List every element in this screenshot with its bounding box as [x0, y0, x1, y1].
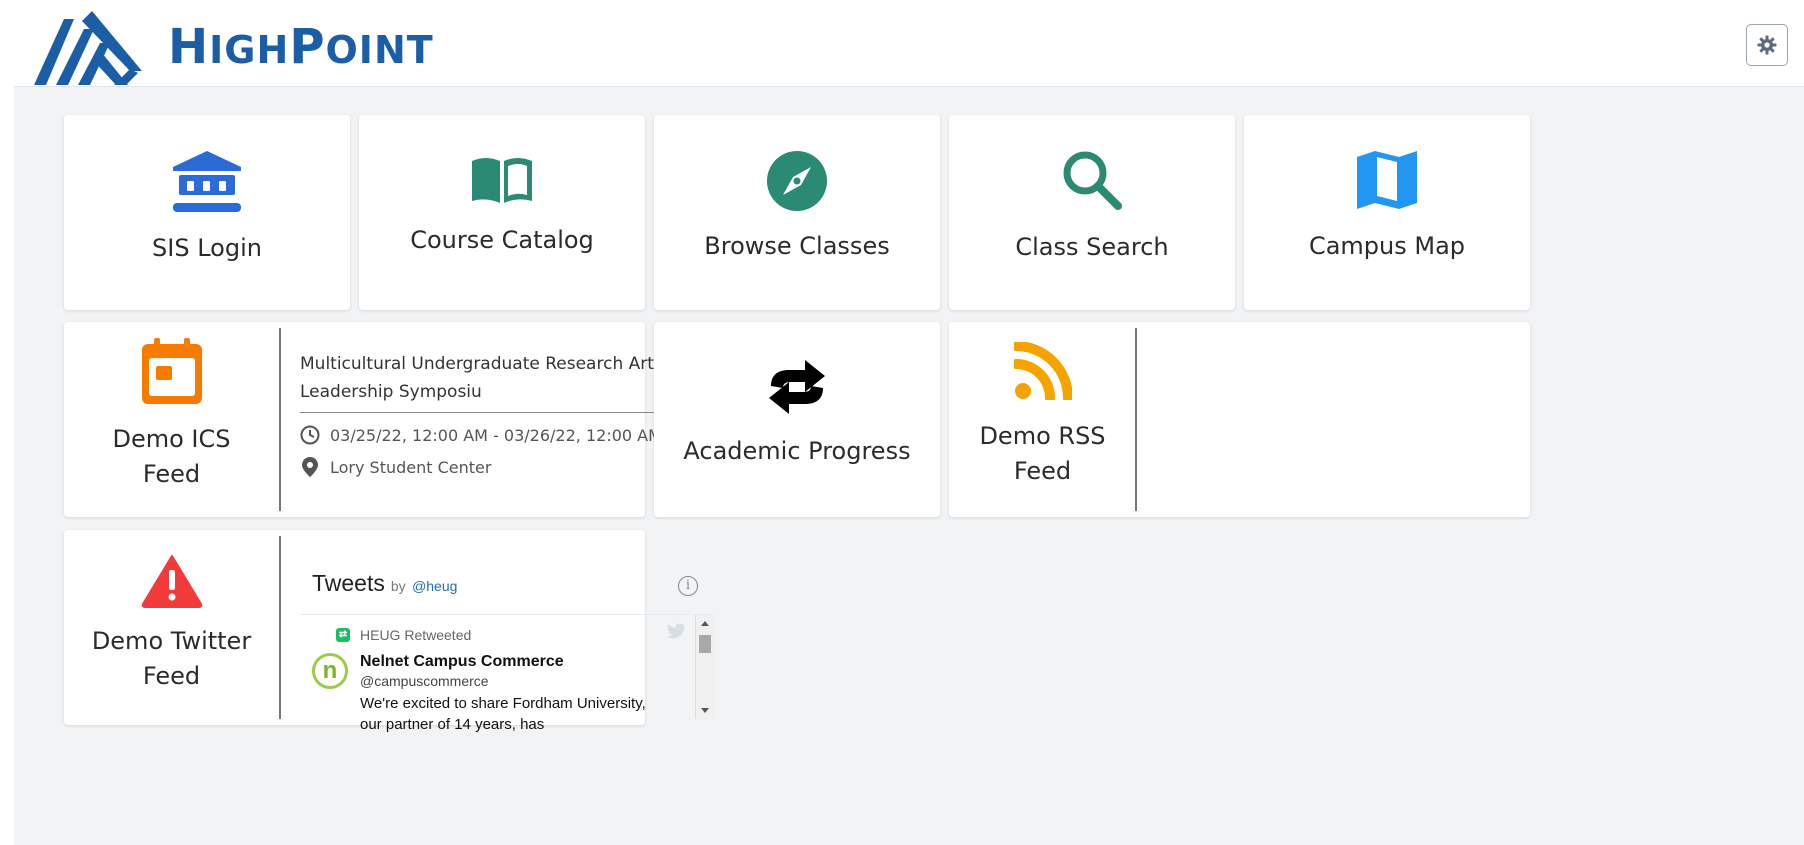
ics-feed-label-line1: Demo ICS — [112, 425, 231, 453]
twitter-feed-tile[interactable]: Demo Twitter Feed Tweets by @heug i ⇄ HEU… — [64, 530, 714, 733]
event-location: Lory Student Center — [330, 457, 492, 477]
campus-map-tile[interactable]: Campus Map — [1244, 115, 1530, 310]
ics-feed-tile[interactable]: Demo ICS Feed Multicultural Undergraduat… — [64, 322, 712, 517]
twitter-widget[interactable]: Tweets by @heug i ⇄ HEUG Retweeted n Neln… — [300, 536, 714, 741]
browse-classes-tile[interactable]: Browse Classes — [654, 115, 940, 310]
rss-feed-tile[interactable]: Demo RSS Feed — [949, 322, 1530, 517]
rss-feed-label-line2: Feed — [1013, 457, 1072, 485]
clock-icon — [300, 425, 320, 445]
course-catalog-tile[interactable]: Course Catalog — [359, 115, 645, 310]
exchange-arrows-icon — [769, 360, 825, 414]
retweet-icon: ⇄ — [336, 628, 350, 642]
ics-feed-label-line2: Feed — [142, 460, 201, 488]
calendar-icon — [141, 338, 202, 404]
sis-login-label: SIS Login — [152, 234, 262, 262]
scroll-up-icon[interactable] — [701, 621, 709, 626]
twitter-feed-label-line2: Feed — [142, 662, 201, 690]
highpoint-wordmark: HIGHPOINT — [168, 19, 434, 75]
sis-login-tile[interactable]: SIS Login — [64, 115, 350, 310]
app-header: HIGHPOINT — [0, 0, 1804, 86]
campus-map-label: Campus Map — [1308, 232, 1466, 260]
twitter-bird-icon[interactable] — [666, 623, 684, 639]
highpoint-logo-mark-icon — [34, 11, 142, 85]
rss-icon — [1013, 342, 1072, 400]
course-catalog-label: Course Catalog — [410, 226, 594, 254]
twitter-widget-by: by — [390, 578, 406, 594]
info-icon[interactable]: i — [678, 576, 698, 596]
twitter-handle-link[interactable]: @heug — [412, 578, 457, 594]
dashboard-area: SIS Login Course Catalog Browse Classes — [14, 86, 1804, 845]
highpoint-logo[interactable]: HIGHPOINT — [34, 8, 434, 86]
tile-divider — [279, 328, 281, 511]
scrollbar-thumb[interactable] — [699, 635, 711, 653]
academic-progress-tile[interactable]: Academic Progress — [654, 322, 940, 517]
map-icon — [1357, 151, 1417, 209]
scroll-down-icon[interactable] — [701, 708, 709, 713]
event-item[interactable]: Multicultural Undergraduate Research Art… — [300, 350, 712, 477]
settings-button[interactable] — [1746, 24, 1788, 66]
twitter-widget-header: Tweets by @heug i — [300, 536, 714, 615]
class-search-tile[interactable]: Class Search — [949, 115, 1235, 310]
retweeted-label: HEUG Retweeted — [360, 627, 472, 643]
avatar[interactable]: n — [312, 653, 348, 689]
bank-icon — [173, 151, 241, 212]
event-time: 03/25/22, 12:00 AM - 03/26/22, 12:00 AM — [330, 425, 662, 445]
tile-divider — [279, 536, 281, 719]
tweet-author-handle[interactable]: @campuscommerce — [360, 673, 489, 689]
gear-icon — [1757, 35, 1777, 55]
book-open-icon — [472, 158, 532, 203]
map-pin-icon — [302, 457, 318, 477]
search-icon — [1063, 151, 1122, 210]
tweet-list[interactable]: ⇄ HEUG Retweeted n Nelnet Campus Commerc… — [300, 615, 714, 741]
warning-triangle-icon — [141, 555, 202, 608]
tweet-author-name[interactable]: Nelnet Campus Commerce — [360, 653, 564, 671]
event-title[interactable]: Multicultural Undergraduate Research Art… — [300, 350, 712, 413]
tweet-text: We're excited to share Fordham Universit… — [360, 695, 646, 733]
academic-progress-label: Academic Progress — [683, 437, 911, 465]
tile-divider — [1135, 328, 1137, 511]
class-search-label: Class Search — [1015, 233, 1169, 261]
twitter-feed-label-line1: Demo Twitter — [91, 627, 252, 655]
rss-feed-label-line1: Demo RSS — [979, 422, 1106, 450]
browse-classes-label: Browse Classes — [704, 232, 890, 260]
compass-icon — [767, 151, 827, 211]
twitter-widget-title: Tweets — [312, 570, 385, 596]
scrollbar[interactable] — [695, 615, 714, 719]
